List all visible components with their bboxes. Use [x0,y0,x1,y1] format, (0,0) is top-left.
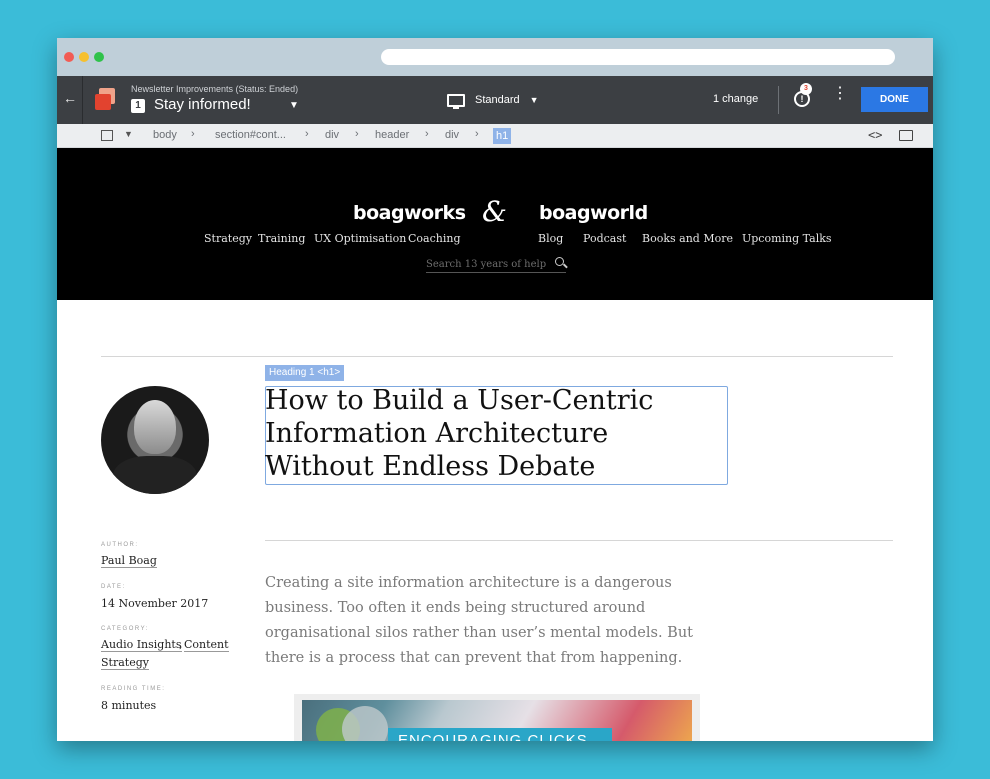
notification-count-badge: 3 [800,83,812,95]
nav-link-books-and-more[interactable]: Books and More [642,232,733,245]
monitor-icon [447,93,465,109]
category-link-audio-insights[interactable]: Audio Insights [101,638,182,652]
browser-window: ← Newsletter Improvements (Status: Ended… [57,38,933,741]
chevron-right-icon: › [191,128,195,140]
boagworld-logo[interactable]: boagworld [539,202,648,224]
search-icon[interactable] [555,257,564,266]
nav-link-ux-optimisation[interactable]: UX Optimisation [314,232,406,245]
breadcrumb-item[interactable]: div [445,129,459,141]
nav-link-strategy[interactable]: Strategy [204,232,252,245]
nav-link-training[interactable]: Training [258,232,305,245]
article-intro: Creating a site information architecture… [265,575,693,666]
chevron-right-icon: › [425,128,429,140]
experiment-name: Newsletter Improvements (Status: Ended) [131,84,299,94]
nav-link-blog[interactable]: Blog [538,232,563,245]
close-window-icon[interactable] [64,52,74,62]
variation-number-badge: 1 [131,99,145,113]
element-breadcrumb: ▼ body › section#cont... › div › header … [57,124,933,148]
author-link[interactable]: Paul Boag [101,554,157,568]
app-logo-icon [95,88,117,110]
chevron-down-icon[interactable]: ▼ [289,100,299,111]
element-type-tag: Heading 1 <h1> [265,365,345,381]
code-view-icon[interactable]: <> [868,128,882,142]
chevron-right-icon: › [475,128,479,140]
breadcrumb-item-selected[interactable]: h1 [493,128,512,144]
hero-image: ENCOURAGING CLICKS [294,694,700,741]
inspect-element-icon[interactable] [899,130,913,141]
back-arrow-icon[interactable]: ← [63,90,77,106]
category-link-content-strategy[interactable]: Content [184,638,229,652]
boagworks-logo[interactable]: boagworks [353,202,466,224]
search-input[interactable] [426,255,546,274]
more-options-icon[interactable]: ⋮ [832,86,848,102]
site-search [426,254,566,274]
date-value: 14 November 2017 [101,597,209,610]
date-label: DATE: [101,584,126,590]
chevron-right-icon: › [305,128,309,140]
author-label: AUTHOR: [101,542,139,548]
editor-toolbar: ← Newsletter Improvements (Status: Ended… [57,76,933,124]
variation-selector[interactable]: Stay informed! [154,96,251,113]
done-button[interactable]: DONE [861,87,928,112]
ampersand-logo: & [482,195,507,228]
page-title[interactable]: How to Build a User-Centric Information … [265,384,725,483]
device-selector[interactable]: Standard ▼ [447,91,539,109]
minimize-window-icon[interactable] [79,52,89,62]
category-separator: , [179,638,183,651]
select-element-icon[interactable] [101,130,113,141]
browser-titlebar [57,38,933,76]
nav-link-upcoming-talks[interactable]: Upcoming Talks [742,232,832,245]
breadcrumb-item[interactable]: section#cont... [215,129,286,141]
chevron-down-icon: ▼ [529,95,539,105]
category-label: CATEGORY: [101,626,149,632]
breadcrumb-item[interactable]: div [325,129,339,141]
chevron-right-icon: › [355,128,359,140]
changes-count-button[interactable]: 1 change [713,93,758,105]
breadcrumb-item[interactable]: body [153,129,177,141]
reading-time-label: READING TIME: [101,686,166,692]
maximize-window-icon[interactable] [94,52,104,62]
chevron-down-icon[interactable]: ▼ [124,129,133,139]
reading-time-value: 8 minutes [101,699,157,712]
category-link-content-strategy-cont[interactable]: Strategy [101,656,149,670]
nav-link-podcast[interactable]: Podcast [583,232,626,245]
content-divider [101,356,893,357]
title-divider [265,540,893,541]
toolbar-divider [82,76,83,124]
hero-banner-text: ENCOURAGING CLICKS [388,728,612,741]
breadcrumb-item[interactable]: header [375,129,409,141]
device-label: Standard [475,94,520,106]
nav-link-coaching[interactable]: Coaching [408,232,461,245]
toolbar-divider [778,86,779,114]
site-header: boagworks & boagworld Strategy Training … [57,148,933,300]
address-bar[interactable] [381,49,895,65]
author-avatar [101,386,209,494]
